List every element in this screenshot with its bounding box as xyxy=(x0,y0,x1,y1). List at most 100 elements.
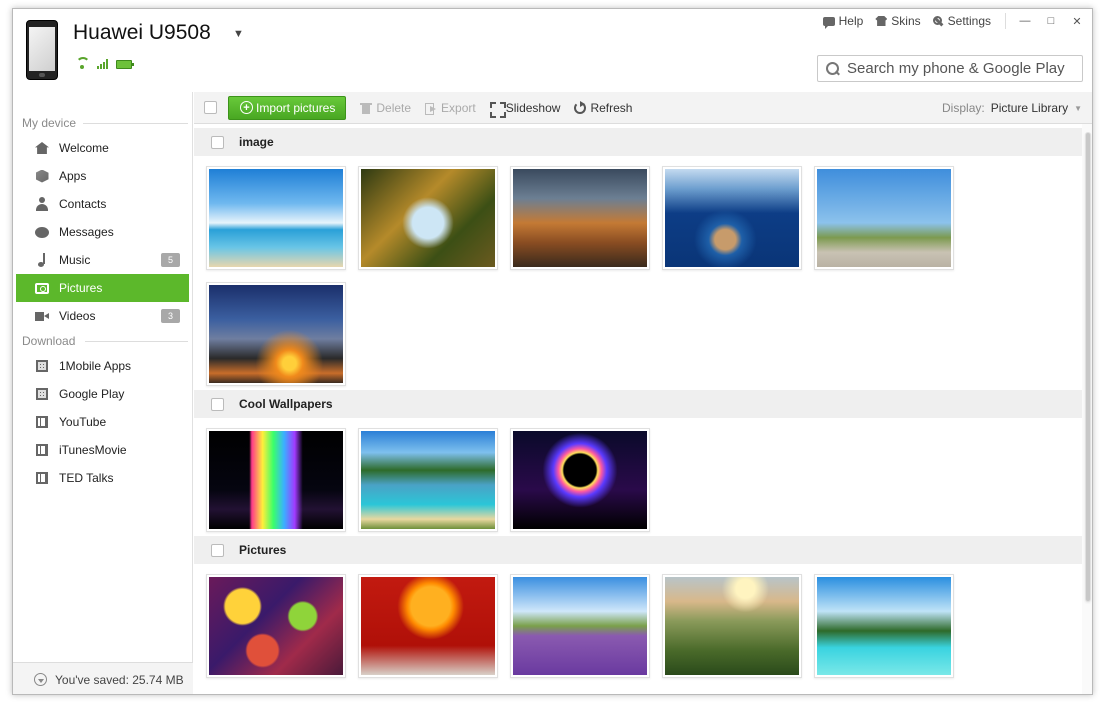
sidebar-item-label: Apps xyxy=(59,169,87,183)
wifi-icon xyxy=(75,57,90,69)
sidebar-item-label: Messages xyxy=(59,225,114,239)
sidebar: My device Welcome Apps Contacts Messages Mus… xyxy=(13,92,193,694)
photo-image xyxy=(513,169,647,267)
device-name[interactable]: Huawei U9508 xyxy=(73,21,211,45)
photo-thumbnail[interactable] xyxy=(206,166,346,270)
sidebar-item-music[interactable]: Music 5 xyxy=(13,246,192,274)
app-window: Huawei U9508 ▼ Help Skins Settings — □ ✕… xyxy=(12,8,1093,695)
sidebar-item-label: TED Talks xyxy=(59,471,114,485)
photo-image xyxy=(817,577,951,675)
search-icon[interactable] xyxy=(826,62,839,75)
fullscreen-icon xyxy=(489,101,506,118)
main-content: + Import pictures Delete Export Slidesho… xyxy=(194,92,1092,694)
photo-thumbnail[interactable] xyxy=(206,574,346,678)
chevron-down-icon: ▼ xyxy=(1074,103,1082,113)
film-icon xyxy=(35,415,49,429)
album-checkbox[interactable] xyxy=(211,397,224,411)
sidebar-item-messages[interactable]: Messages xyxy=(13,218,192,246)
album-title: Cool Wallpapers xyxy=(239,397,333,411)
sidebar-item-label: Google Play xyxy=(59,387,125,401)
photo-image xyxy=(209,431,343,529)
film-icon xyxy=(35,471,49,485)
photo-thumbnail[interactable] xyxy=(358,428,498,532)
messages-icon xyxy=(35,225,49,239)
photo-image xyxy=(209,285,343,383)
sidebar-item-itunesmovie[interactable]: iTunesMovie xyxy=(13,436,192,464)
photo-image xyxy=(513,431,647,529)
export-button[interactable]: Export xyxy=(425,101,476,115)
photo-thumbnail[interactable] xyxy=(662,166,802,270)
refresh-button[interactable]: Refresh xyxy=(574,100,632,115)
album-checkbox[interactable] xyxy=(211,543,224,557)
sidebar-section-download: Download xyxy=(13,330,192,352)
photo-thumbnail[interactable] xyxy=(358,574,498,678)
count-badge: 3 xyxy=(161,309,180,323)
photo-thumbnail[interactable] xyxy=(510,574,650,678)
skins-button[interactable]: Skins xyxy=(875,14,921,28)
sidebar-section-my-device: My device xyxy=(13,112,192,134)
sidebar-item-videos[interactable]: Videos 3 xyxy=(13,302,192,330)
photo-thumbnail[interactable] xyxy=(662,574,802,678)
photo-thumbnail[interactable] xyxy=(510,428,650,532)
device-status xyxy=(75,57,134,69)
sidebar-item-welcome[interactable]: Welcome xyxy=(13,134,192,162)
scrollbar-thumb[interactable] xyxy=(1085,132,1091,602)
photo-thumbnail[interactable] xyxy=(814,574,954,678)
import-pictures-button[interactable]: + Import pictures xyxy=(228,95,347,120)
help-button[interactable]: Help xyxy=(822,14,863,29)
top-menu: Help Skins Settings — □ ✕ xyxy=(822,13,1084,29)
sidebar-item-label: Contacts xyxy=(59,197,107,211)
sidebar-item-google-play[interactable]: Google Play xyxy=(13,380,192,408)
select-all-checkbox[interactable] xyxy=(204,101,217,114)
close-icon[interactable]: ✕ xyxy=(1070,15,1084,28)
sidebar-item-pictures[interactable]: Pictures xyxy=(16,274,189,302)
photo-image xyxy=(209,577,343,675)
sidebar-item-1mobile-apps[interactable]: 1Mobile Apps xyxy=(13,352,192,380)
download-icon xyxy=(34,673,47,686)
home-icon xyxy=(35,141,49,155)
sidebar-item-label: 1Mobile Apps xyxy=(59,359,132,373)
photo-thumbnail[interactable] xyxy=(206,428,346,532)
sidebar-item-ted-talks[interactable]: TED Talks xyxy=(13,464,192,492)
photo-image xyxy=(361,169,495,267)
sidebar-item-contacts[interactable]: Contacts xyxy=(13,190,192,218)
saved-status: You've saved: 25.74 MB xyxy=(13,662,193,694)
photo-image xyxy=(513,577,647,675)
album-title: Pictures xyxy=(239,543,287,557)
photo-thumbnail[interactable] xyxy=(206,282,346,386)
apps-icon xyxy=(35,169,49,183)
photo-thumbnail[interactable] xyxy=(510,166,650,270)
settings-icon xyxy=(932,15,944,27)
help-icon xyxy=(822,16,835,29)
sidebar-item-label: Pictures xyxy=(59,281,103,295)
scrollbar[interactable] xyxy=(1082,124,1092,694)
album-checkbox[interactable] xyxy=(211,135,224,149)
phone-icon xyxy=(26,20,58,80)
pictures-icon xyxy=(35,281,49,295)
device-dropdown-icon[interactable]: ▼ xyxy=(233,28,244,40)
photo-image xyxy=(209,169,343,267)
videos-icon xyxy=(35,309,49,323)
grid-icon xyxy=(35,359,49,373)
skins-icon xyxy=(875,16,888,26)
picture-groups: image Cool Wallpapers Pictures xyxy=(194,124,1082,694)
album-header: image xyxy=(194,128,1082,156)
search-input[interactable] xyxy=(847,60,1077,77)
photo-thumbnail[interactable] xyxy=(814,166,954,270)
slideshow-button[interactable]: Slideshow xyxy=(489,101,560,118)
display-selector[interactable]: Display: Picture Library ▼ xyxy=(942,101,1082,115)
photo-grid xyxy=(194,156,1082,270)
delete-button[interactable]: Delete xyxy=(360,101,411,115)
photo-image xyxy=(817,169,951,267)
photo-thumbnail[interactable] xyxy=(358,166,498,270)
signal-icon xyxy=(97,59,108,69)
grid-icon xyxy=(35,387,49,401)
sidebar-item-youtube[interactable]: YouTube xyxy=(13,408,192,436)
minimize-icon[interactable]: — xyxy=(1018,15,1032,27)
search-box xyxy=(817,55,1083,82)
trash-icon xyxy=(360,102,373,114)
sidebar-item-apps[interactable]: Apps xyxy=(13,162,192,190)
maximize-icon[interactable]: □ xyxy=(1044,15,1058,27)
photo-grid xyxy=(194,418,1082,532)
settings-button[interactable]: Settings xyxy=(932,14,991,28)
